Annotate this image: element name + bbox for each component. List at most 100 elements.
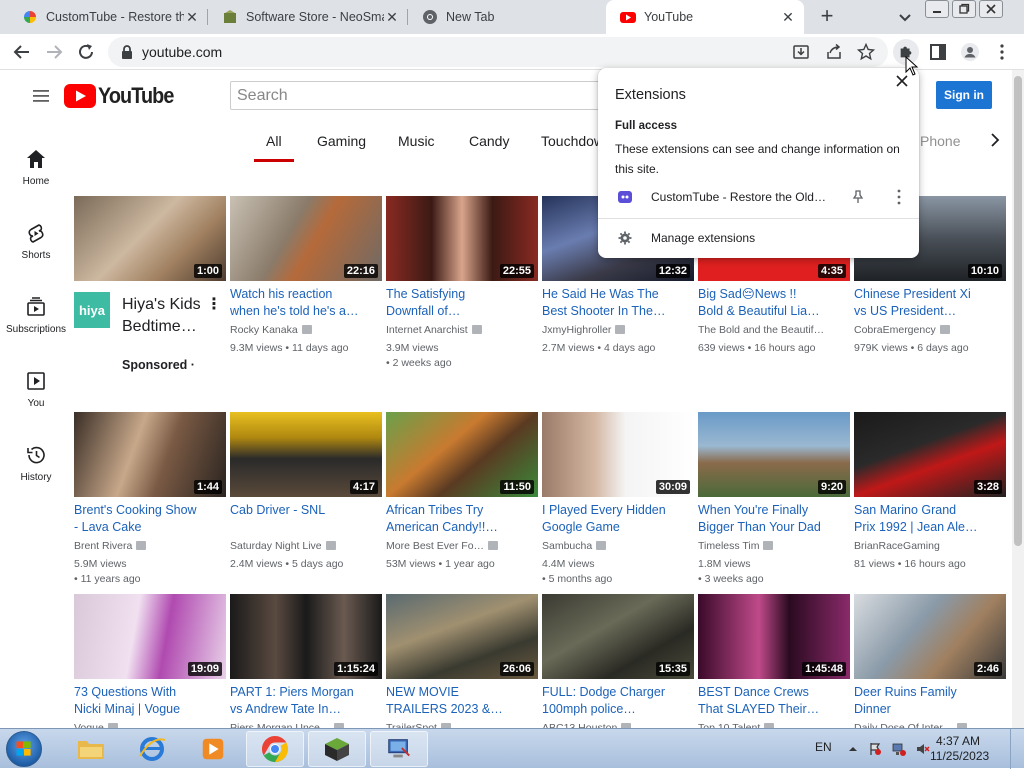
chip-touchdown[interactable]: Touchdow xyxy=(541,133,604,149)
video-thumbnail[interactable]: 9:20 xyxy=(698,412,850,497)
video-thumbnail[interactable]: 26:06 xyxy=(386,594,538,679)
nav-item-shorts[interactable]: Shorts xyxy=(0,222,72,261)
reload-icon[interactable] xyxy=(76,42,96,62)
chip-candy[interactable]: Candy xyxy=(469,133,509,149)
search-input[interactable] xyxy=(231,82,609,109)
tab-close-icon[interactable]: ✕ xyxy=(384,9,400,26)
video-card[interactable]: 4:17 Cab Driver - SNL Saturday Night Liv… xyxy=(230,412,382,572)
video-card[interactable]: 30:09 I Played Every Hidden Google Game … xyxy=(542,412,694,587)
video-card[interactable]: 1:45:48 BEST Dance Crews That SLAYED The… xyxy=(698,594,850,736)
channel-name[interactable]: CobraEmergency xyxy=(854,323,1006,338)
video-title[interactable]: NEW MOVIE TRAILERS 2023 &… xyxy=(386,684,538,718)
close-icon[interactable] xyxy=(895,74,909,88)
more-options-icon[interactable] xyxy=(896,189,902,205)
video-card[interactable]: 15:35 FULL: Dodge Charger 100mph police…… xyxy=(542,594,694,736)
channel-name[interactable]: Sambucha xyxy=(542,539,694,554)
video-card[interactable]: 1:44 Brent's Cooking Show - Lava Cake Br… xyxy=(74,412,226,587)
start-button[interactable] xyxy=(6,731,42,767)
channel-name[interactable]: More Best Ever Fo… xyxy=(386,539,538,554)
video-title[interactable]: When You're Finally Bigger Than Your Dad xyxy=(698,502,850,536)
extension-item-customtube[interactable]: CustomTube - Restore the Old… xyxy=(598,184,919,210)
video-thumbnail[interactable]: 15:35 xyxy=(542,594,694,679)
taskbar-software-store[interactable] xyxy=(308,731,366,767)
channel-name[interactable]: JxmyHighroller xyxy=(542,323,694,338)
close-window-button[interactable] xyxy=(979,0,1003,18)
video-card[interactable]: 3:28 San Marino Grand Prix 1992 | Jean A… xyxy=(854,412,1006,572)
language-indicator[interactable]: EN xyxy=(815,740,832,754)
minimize-button[interactable] xyxy=(925,0,949,18)
address-bar[interactable]: youtube.com xyxy=(108,37,888,67)
video-thumbnail[interactable]: 2:46 xyxy=(854,594,1006,679)
video-title[interactable]: Cab Driver - SNL xyxy=(230,502,382,536)
video-title[interactable]: Chinese President Xi vs US President… xyxy=(854,286,1006,320)
video-title[interactable]: BEST Dance Crews That SLAYED Their… xyxy=(698,684,850,718)
channel-name[interactable]: BrianRaceGaming xyxy=(854,539,1006,554)
video-thumbnail[interactable]: 1:00 xyxy=(74,196,226,281)
browser-menu-icon[interactable] xyxy=(992,42,1012,62)
video-card[interactable]: 26:06 NEW MOVIE TRAILERS 2023 &… Trailer… xyxy=(386,594,538,736)
tab-customtube[interactable]: CustomTube - Restore the Old ✕ xyxy=(8,0,208,34)
lock-icon[interactable] xyxy=(120,44,134,60)
scrollbar-thumb[interactable] xyxy=(1014,76,1022,546)
video-thumbnail[interactable]: 19:09 xyxy=(74,594,226,679)
chip-music[interactable]: Music xyxy=(398,133,435,149)
tab-search-chevron-icon[interactable] xyxy=(895,7,915,27)
video-title[interactable]: 73 Questions With Nicki Minaj | Vogue xyxy=(74,684,226,718)
video-title[interactable]: I Played Every Hidden Google Game xyxy=(542,502,694,536)
tab-new-tab[interactable]: New Tab xyxy=(408,0,606,34)
sign-in-button[interactable]: Sign in xyxy=(936,81,992,109)
video-thumbnail[interactable]: 22:55 xyxy=(386,196,538,281)
channel-name[interactable]: Rocky Kanaka xyxy=(230,323,382,338)
tab-software-store[interactable]: Software Store - NeoSmart ✕ xyxy=(208,0,408,34)
video-card[interactable]: 9:20 When You're Finally Bigger Than You… xyxy=(698,412,850,587)
video-thumbnail[interactable]: 11:50 xyxy=(386,412,538,497)
nav-item-home[interactable]: Home xyxy=(0,148,72,187)
nav-item-you[interactable]: You xyxy=(0,370,72,409)
more-options-icon[interactable]: ⋮ xyxy=(206,294,222,314)
side-panel-icon[interactable] xyxy=(928,42,948,62)
video-title[interactable]: PART 1: Piers Morgan vs Andrew Tate In… xyxy=(230,684,382,718)
video-thumbnail[interactable]: 22:16 xyxy=(230,196,382,281)
install-app-icon[interactable] xyxy=(792,43,810,61)
video-title[interactable]: Watch his reaction when he's told he's a… xyxy=(230,286,382,320)
channel-name[interactable]: Internet Anarchist xyxy=(386,323,538,338)
video-title[interactable]: Brent's Cooking Show - Lava Cake xyxy=(74,502,226,536)
taskbar-media-player[interactable] xyxy=(184,731,242,767)
tab-close-icon[interactable]: ✕ xyxy=(184,9,200,26)
maximize-button[interactable] xyxy=(952,0,976,18)
video-thumbnail[interactable]: 4:17 xyxy=(230,412,382,497)
page-scrollbar[interactable] xyxy=(1012,70,1024,728)
taskbar-chrome[interactable] xyxy=(246,731,304,767)
extension-name[interactable]: CustomTube - Restore the Old… xyxy=(651,190,826,204)
back-arrow-icon[interactable] xyxy=(12,42,32,62)
video-card[interactable]: 19:09 73 Questions With Nicki Minaj | Vo… xyxy=(74,594,226,736)
sponsored-title[interactable]: Hiya's Kids Bedtime… xyxy=(122,294,212,338)
channel-name[interactable]: Saturday Night Live xyxy=(230,539,382,554)
video-card[interactable]: 2:46 Deer Ruins Family Dinner Daily Dose… xyxy=(854,594,1006,736)
forward-arrow-icon[interactable] xyxy=(44,42,64,62)
video-thumbnail[interactable]: 1:15:24 xyxy=(230,594,382,679)
taskbar-ie[interactable] xyxy=(123,731,181,767)
network-icon[interactable] xyxy=(892,742,906,756)
channel-name[interactable]: Timeless Tim xyxy=(698,539,850,554)
video-title[interactable]: He Said He Was The Best Shooter In The… xyxy=(542,286,694,320)
taskbar-remote-desktop[interactable] xyxy=(370,731,428,767)
video-thumbnail[interactable]: 3:28 xyxy=(854,412,1006,497)
video-title[interactable]: Big Sad😔News !! Bold & Beautiful Lia… xyxy=(698,286,850,320)
taskbar-explorer[interactable] xyxy=(62,731,120,767)
new-tab-button[interactable]: + xyxy=(815,5,839,29)
bookmark-star-icon[interactable] xyxy=(857,43,875,61)
video-thumbnail[interactable]: 1:44 xyxy=(74,412,226,497)
nav-item-history[interactable]: History xyxy=(0,444,72,483)
system-clock[interactable]: 4:37 AM 11/25/2023 xyxy=(930,734,989,764)
chip-gaming[interactable]: Gaming xyxy=(317,133,366,149)
volume-muted-icon[interactable] xyxy=(916,742,930,756)
channel-name[interactable]: The Bold and the Beautif… xyxy=(698,323,850,338)
video-thumbnail[interactable]: 1:45:48 xyxy=(698,594,850,679)
video-card[interactable]: 11:50 African Tribes Try American Candy!… xyxy=(386,412,538,572)
share-icon[interactable] xyxy=(825,43,843,61)
chip-phone[interactable]: Phone xyxy=(920,133,960,149)
video-title[interactable]: Deer Ruins Family Dinner xyxy=(854,684,1006,718)
video-card-sponsored[interactable]: 1:00 xyxy=(74,196,226,281)
chevron-right-icon[interactable] xyxy=(985,130,1005,150)
